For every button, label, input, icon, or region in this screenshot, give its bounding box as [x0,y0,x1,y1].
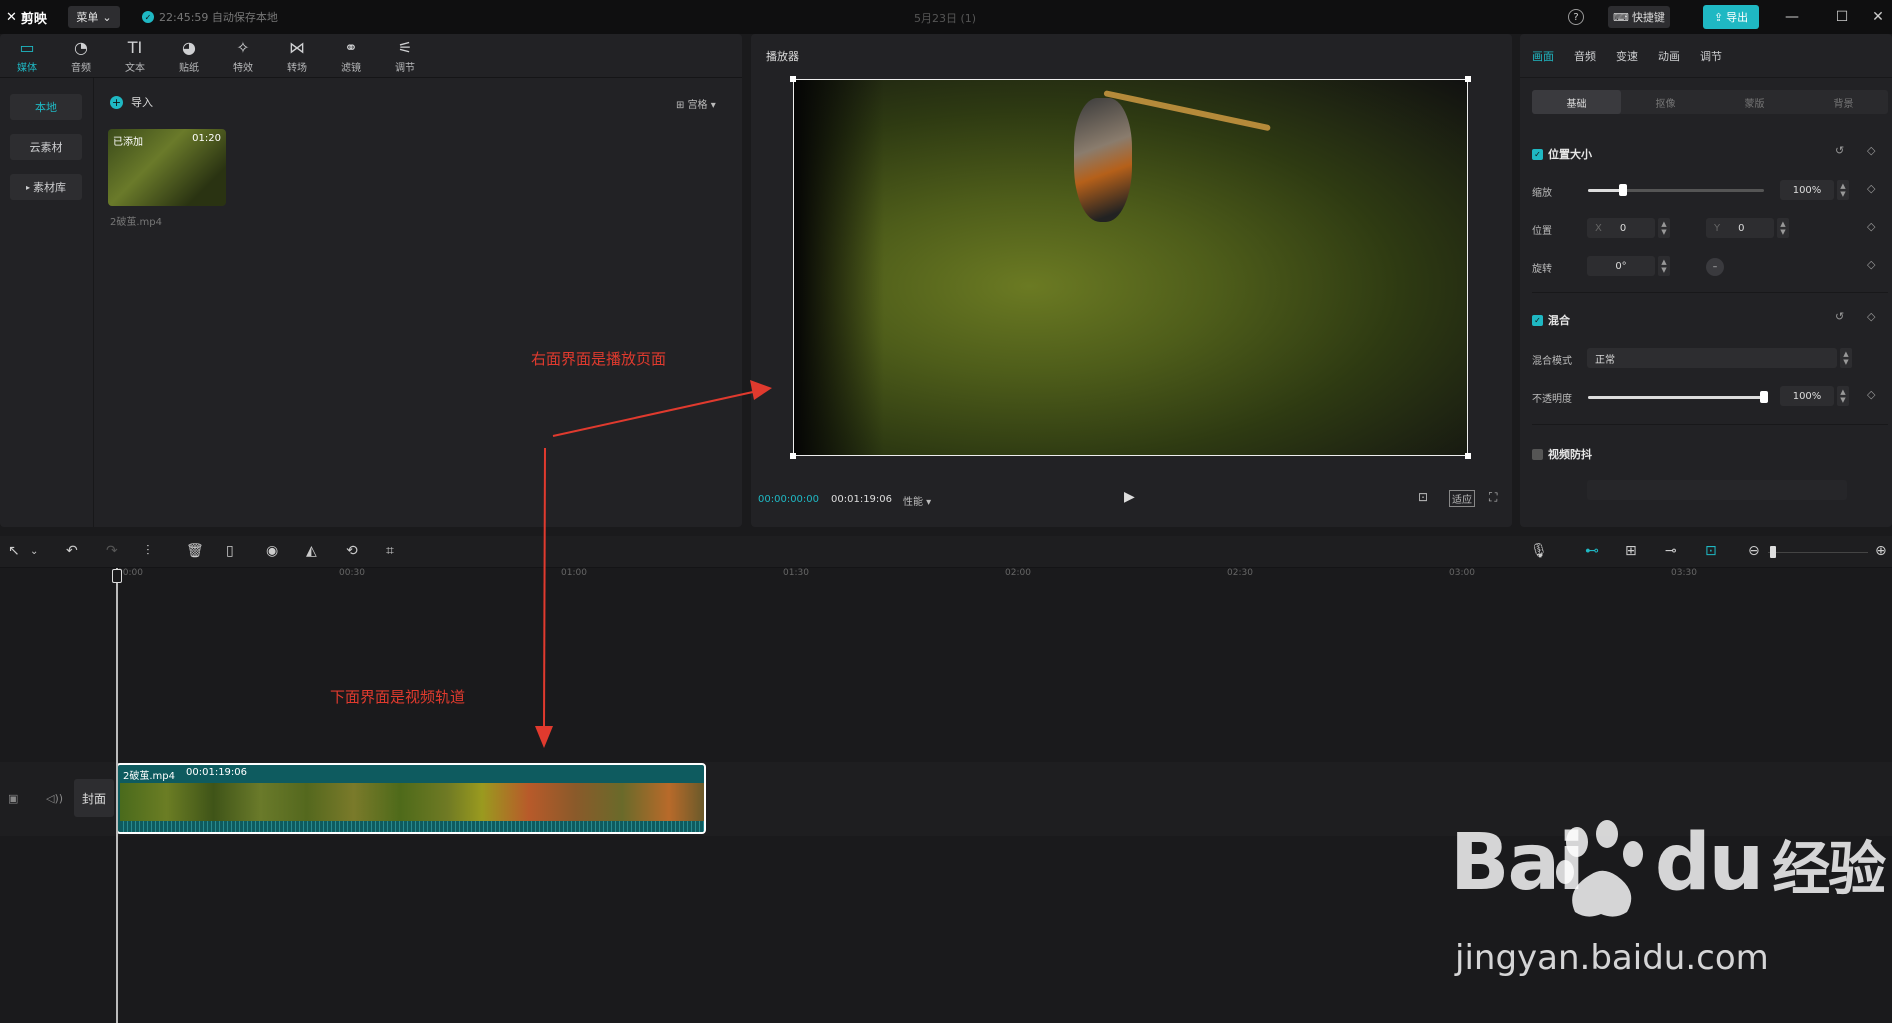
watermark-url: jingyan.baidu.com [1455,938,1769,978]
arrowhead-icon [750,380,772,400]
arrow-to-track [543,447,546,731]
watermark-cn: 经验 [1772,835,1886,903]
watermark-suffix: du [1654,818,1764,908]
baidu-paw-icon [1556,820,1643,917]
arrowhead-icon [535,726,553,748]
baidu-watermark: Bai du 经验 [1450,818,1886,908]
arrow-to-player [552,389,763,437]
